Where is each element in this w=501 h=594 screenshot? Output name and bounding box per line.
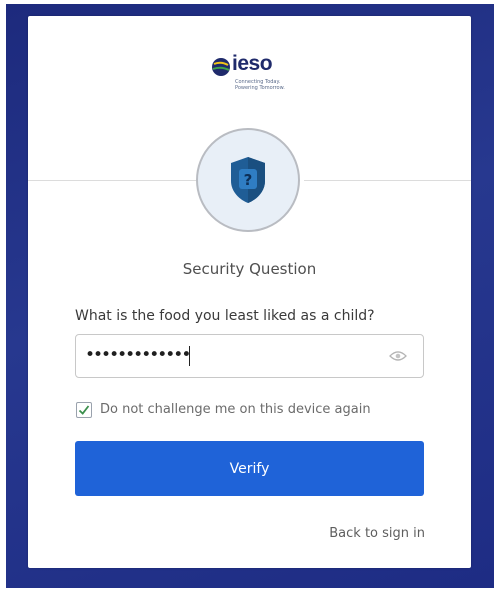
security-question-label: What is the food you least liked as a ch…	[75, 308, 375, 324]
globe-icon	[212, 58, 230, 76]
answer-value: •••••••••••••	[85, 345, 191, 365]
brand-name: ieso	[232, 52, 273, 75]
back-to-sign-in-link[interactable]: Back to sign in	[329, 526, 425, 541]
ieso-logo: ieso Connecting Today. Powering Tomorrow…	[208, 52, 308, 108]
text-caret	[189, 346, 190, 366]
divider-left	[28, 180, 196, 181]
divider-right	[304, 180, 471, 181]
security-badge: ?	[196, 128, 300, 232]
page-title: Security Question	[182, 260, 317, 278]
badge-glyph: ?	[244, 171, 253, 189]
verify-button[interactable]: Verify	[75, 441, 424, 496]
remember-device-checkbox[interactable]	[76, 402, 92, 418]
answer-field[interactable]: •••••••••••••	[75, 334, 424, 378]
eye-icon[interactable]	[389, 350, 407, 362]
shield-question-icon: ?	[231, 157, 265, 203]
remember-device-label: Do not challenge me on this device again	[100, 402, 371, 417]
checkmark-icon	[78, 405, 90, 415]
brand-tagline: Connecting Today. Powering Tomorrow.	[235, 79, 285, 91]
sign-in-card: ieso Connecting Today. Powering Tomorrow…	[28, 16, 471, 568]
